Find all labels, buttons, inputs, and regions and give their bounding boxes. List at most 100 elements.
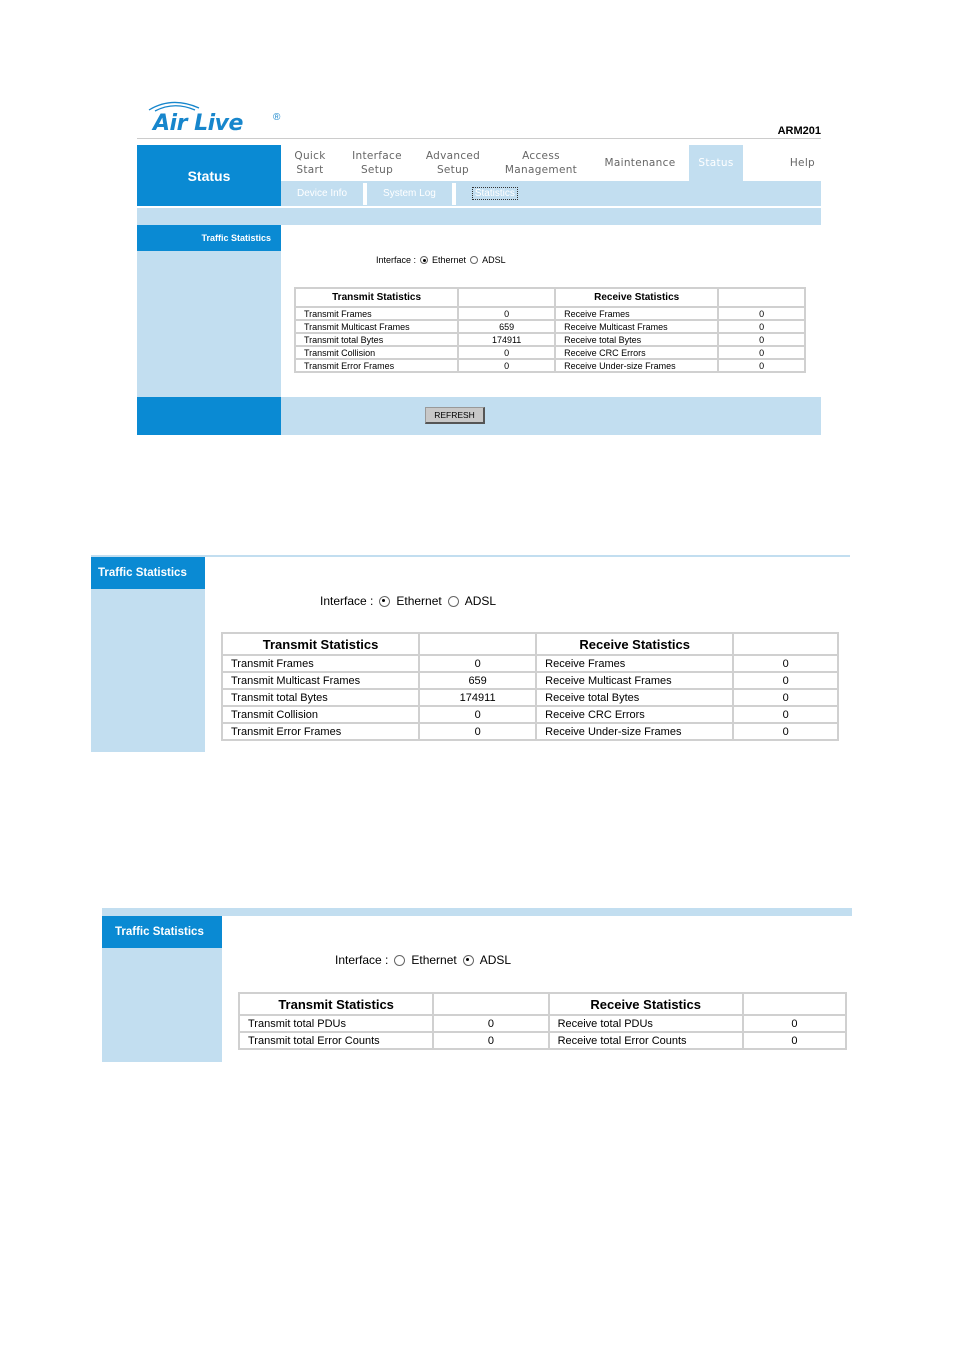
stat-value: 0	[457, 345, 557, 360]
stat-value: 0	[717, 319, 806, 334]
stat-label: Receive Multicast Frames	[535, 671, 735, 690]
stat-label: Receive total PDUs	[547, 1014, 744, 1033]
column-header	[732, 632, 839, 656]
subnav-device-info[interactable]: Device Info	[281, 184, 363, 204]
stat-value: 0	[418, 654, 538, 673]
nav-help[interactable]: Help	[743, 145, 821, 181]
option-ethernet: Ethernet	[411, 953, 457, 967]
footer-side	[137, 397, 281, 435]
interface-selector: Interface : Ethernet ADSL	[320, 594, 496, 608]
stat-label: Transmit Collision	[293, 345, 460, 360]
stat-value: 0	[717, 358, 806, 373]
column-header: Transmit Statistics	[220, 632, 421, 656]
table-row: Transmit Frames 0 Receive Frames 0	[293, 306, 806, 321]
sidebar-title: Traffic Statistics	[91, 557, 205, 589]
column-header: Transmit Statistics	[237, 992, 435, 1016]
radio-adsl[interactable]	[447, 595, 459, 607]
nav-access-management[interactable]: Access Management	[491, 145, 591, 181]
stat-label: Receive total Bytes	[535, 688, 735, 707]
nav-interface-setup[interactable]: Interface Setup	[339, 145, 415, 181]
traffic-stats-ethernet: Traffic Statistics Interface : Ethernet …	[91, 555, 850, 752]
top-border	[102, 908, 852, 916]
main-nav: Quick Start Interface Setup Advanced Set…	[281, 145, 821, 181]
refresh-button[interactable]: REFRESH	[425, 407, 485, 424]
table-header-row: Transmit Statistics Receive Statistics	[293, 287, 806, 308]
radio-adsl[interactable]	[470, 256, 479, 264]
stat-value: 0	[717, 332, 806, 347]
nav-quick-start[interactable]: Quick Start	[281, 145, 339, 181]
stat-value: 659	[418, 671, 538, 690]
stat-value: 0	[732, 722, 839, 741]
table-row: Transmit Collision 0 Receive CRC Errors 0	[220, 705, 839, 724]
section-title: Status	[137, 145, 281, 206]
stat-label: Receive CRC Errors	[535, 705, 735, 724]
table-header-row: Transmit Statistics Receive Statistics	[237, 992, 848, 1016]
interface-label: Interface :	[335, 953, 389, 967]
stat-value: 174911	[418, 688, 538, 707]
stat-label: Receive Frames	[554, 306, 720, 321]
table-row: Transmit Error Frames 0 Receive Under-size…	[220, 722, 839, 741]
option-adsl: ADSL	[479, 953, 512, 967]
column-header	[457, 287, 557, 308]
column-header: Receive Statistics	[547, 992, 744, 1016]
stat-label: Transmit Frames	[220, 654, 421, 673]
stats-table: Transmit Statistics Receive Statistics Tra…	[220, 632, 839, 741]
option-ethernet: Ethernet	[396, 594, 442, 608]
table-row: Transmit Error Frames 0 Receive Under-size…	[293, 358, 806, 373]
column-header	[741, 992, 848, 1016]
option-adsl: ADSL	[482, 255, 506, 265]
stat-label: Receive Multicast Frames	[554, 319, 720, 334]
stat-label: Transmit total Bytes	[293, 332, 460, 347]
stat-label: Transmit Error Frames	[220, 722, 421, 741]
table-row: Transmit total Bytes 174911 Receive total …	[220, 688, 839, 707]
divider	[137, 138, 821, 139]
subnav-statistics[interactable]: Statistics	[456, 184, 534, 204]
stat-value: 0	[732, 705, 839, 724]
nav-maintenance[interactable]: Maintenance	[591, 145, 689, 181]
stat-label: Receive Under-size Frames	[535, 722, 735, 741]
footer-bar	[281, 397, 821, 435]
stats-table: Transmit Statistics Receive Statistics Tra…	[293, 287, 806, 373]
column-header: Receive Statistics	[554, 287, 720, 308]
router-status-page: Air Live ® ARM201 Status Quick Start Int…	[137, 95, 821, 435]
stat-label: Transmit Error Frames	[293, 358, 460, 373]
spacer-bar	[137, 208, 821, 225]
stat-value: 174911	[457, 332, 557, 347]
stat-value: 0	[457, 358, 557, 373]
stat-value: 0	[741, 1014, 848, 1033]
stat-label: Receive total Bytes	[554, 332, 720, 347]
table-header-row: Transmit Statistics Receive Statistics	[220, 632, 839, 656]
table-row: Transmit total Error Counts 0 Receive tota…	[237, 1031, 848, 1050]
radio-ethernet[interactable]	[394, 954, 406, 966]
sub-nav: Device Info System Log Statistics	[281, 181, 821, 206]
stat-label: Transmit Frames	[293, 306, 460, 321]
interface-label: Interface :	[376, 255, 417, 265]
stat-value: 0	[732, 688, 839, 707]
interface-label: Interface :	[320, 594, 374, 608]
column-header	[717, 287, 806, 308]
stat-value: 0	[432, 1014, 550, 1033]
nav-status[interactable]: Status	[689, 145, 743, 181]
radio-ethernet[interactable]	[379, 595, 391, 607]
radio-ethernet[interactable]	[420, 256, 429, 264]
table-row: Transmit Multicast Frames 659 Receive Mult…	[293, 319, 806, 334]
table-row: Transmit total PDUs 0 Receive total PDUs 0	[237, 1014, 848, 1033]
stat-label: Transmit total Bytes	[220, 688, 421, 707]
stat-label: Transmit Multicast Frames	[293, 319, 460, 334]
interface-selector: Interface : Ethernet ADSL	[376, 255, 506, 265]
wifi-arc-icon	[148, 101, 200, 112]
interface-selector: Interface : Ethernet ADSL	[335, 953, 511, 967]
nav-advanced-setup[interactable]: Advanced Setup	[415, 145, 491, 181]
stat-label: Receive total Error Counts	[547, 1031, 744, 1050]
option-ethernet: Ethernet	[432, 255, 467, 265]
stat-value: 0	[732, 654, 839, 673]
sidebar-title: Traffic Statistics	[102, 916, 222, 948]
table-row: Transmit Frames 0 Receive Frames 0	[220, 654, 839, 673]
radio-adsl[interactable]	[462, 954, 474, 966]
stat-label: Receive Frames	[535, 654, 735, 673]
stat-value: 0	[717, 306, 806, 321]
subnav-system-log[interactable]: System Log	[367, 184, 452, 204]
stat-value: 0	[418, 722, 538, 741]
stat-label: Transmit Collision	[220, 705, 421, 724]
table-row: Transmit Multicast Frames 659 Receive Mult…	[220, 671, 839, 690]
